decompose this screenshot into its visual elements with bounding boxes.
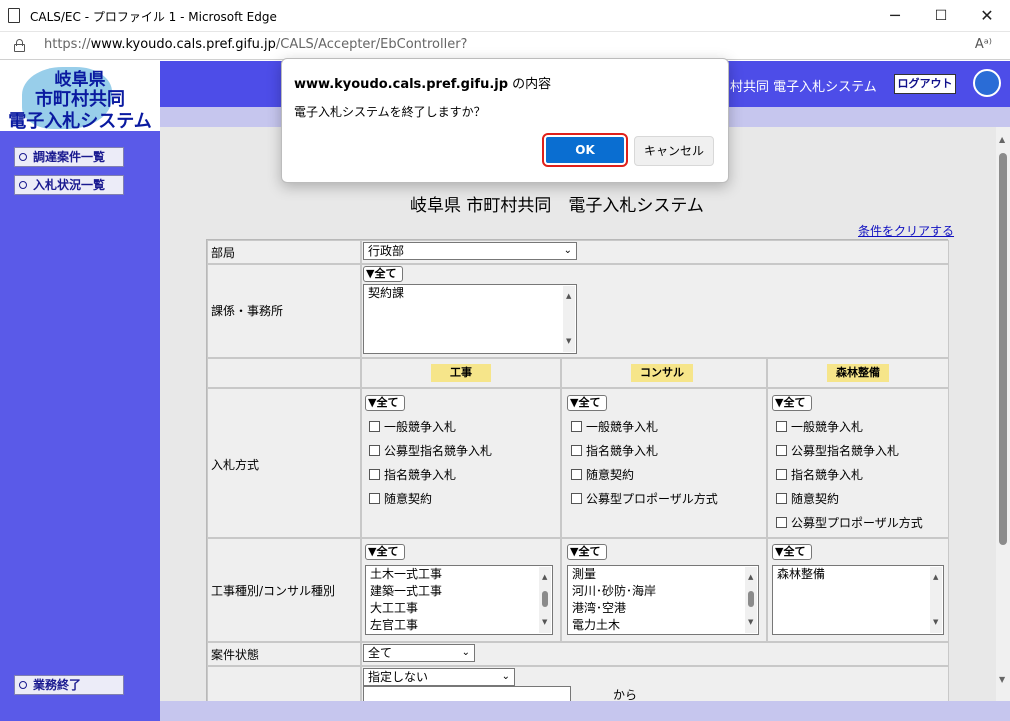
list-item[interactable]: 港湾･空港 [572,600,758,617]
scrollbar[interactable]: ▲ ▼ [563,286,575,352]
bullet-icon [19,181,27,189]
confirm-dialog: www.kyoudo.cals.pref.gifu.jp の内容 電子入札システ… [281,58,729,183]
column-header-construction: 工事 [431,364,491,382]
address-bar[interactable]: https://www.kyoudo.cals.pref.gifu.jp/CAL… [0,32,1010,60]
checkbox-consultant-private[interactable]: 随意契約 [571,466,634,483]
main-content: 岐阜県 市町村共同 電子入札システム 条件をクリアする 部局 行政部 ⌄ 課係・事… [160,127,996,701]
consultant-type-all-button[interactable]: ▼全て [567,544,607,560]
consultant-type-listbox[interactable]: 測量 河川･砂防･海岸 港湾･空港 電力土木 ▲ ▼ [567,565,759,635]
scrollbar[interactable]: ▲ ▼ [930,567,942,633]
footer-bar [160,701,1010,721]
list-item[interactable]: 左官工事 [370,617,552,634]
scrollbar[interactable]: ▲ ▼ [745,567,757,633]
list-item[interactable]: 契約課 [368,285,576,302]
read-aloud-icon[interactable]: Aᵃ⁾ [975,37,992,52]
checkbox-forestry-designated[interactable]: 指名競争入札 [776,466,863,483]
cancel-button[interactable]: キャンセル [634,136,714,166]
browser-logo-icon [973,69,1001,97]
forestry-type-listbox[interactable]: 森林整備 ▲ ▼ [772,565,944,635]
date-label-cell [207,666,361,701]
scroll-down-icon: ▼ [999,675,1006,684]
checkbox-consultant-proposal[interactable]: 公募型プロポーザル方式 [571,490,718,507]
minimize-icon[interactable]: ─ [872,0,918,32]
construction-type-listbox[interactable]: 土木一式工事 建築一式工事 大工工事 左官工事 ▲ ▼ [365,565,553,635]
consultant-method-all-button[interactable]: ▼全て [567,395,607,411]
section-all-button[interactable]: ▼全て [363,266,403,282]
checkbox-construction-general[interactable]: 一般競争入札 [369,418,456,435]
system-name: 村共同 電子入札システム [730,80,877,95]
forestry-method-all-button[interactable]: ▼全て [772,395,812,411]
list-item[interactable]: 建築一式工事 [370,583,552,600]
construction-type-all-button[interactable]: ▼全て [365,544,405,560]
checkbox-forestry-public-designated[interactable]: 公募型指名競争入札 [776,442,899,459]
case-status-label: 案件状態 [211,648,260,662]
list-item[interactable]: 大工工事 [370,600,552,617]
checkbox-construction-public-designated[interactable]: 公募型指名競争入札 [369,442,492,459]
url-text[interactable]: https://www.kyoudo.cals.pref.gifu.jp/CAL… [44,37,467,52]
page-title: 岐阜県 市町村共同 電子入札システム [410,196,704,216]
corner-cell [207,358,361,388]
bureau-select[interactable]: 行政部 ⌄ [363,242,577,260]
search-form: 部局 行政部 ⌄ 課係・事務所 ▼全て 契約課 ▲ ▼ 工事 コンサル 森林整備 入… [206,239,949,701]
scroll-up-icon: ▲ [999,135,1006,144]
clear-conditions-link[interactable]: 条件をクリアする [858,222,954,239]
sidebar-item-procurement-list[interactable]: 調達案件一覧 [14,147,124,167]
logout-button[interactable]: ログアウト [894,74,956,94]
lock-icon[interactable] [14,39,25,52]
window-titlebar: CALS/EC - プロファイル 1 - Microsoft Edge ─ ☐ … [0,0,1010,32]
ok-button[interactable]: OK [542,133,628,167]
list-item[interactable]: 測量 [572,566,758,583]
section-label: 課係・事務所 [211,304,284,318]
bid-method-label: 入札方式 [211,458,260,472]
bullet-icon [19,681,27,689]
dialog-message: 電子入札システムを終了しますか？ [294,105,486,119]
list-item[interactable]: 森林整備 [777,566,943,583]
maximize-icon[interactable]: ☐ [918,0,964,32]
checkbox-consultant-designated[interactable]: 指名競争入札 [571,442,658,459]
sidebar: 岐阜県 市町村共同 電子入札システム 調達案件一覧 入札状況一覧 業務終了 [0,61,160,721]
column-header-consultant: コンサル [631,364,693,382]
checkbox-forestry-private[interactable]: 随意契約 [776,490,839,507]
chevron-down-icon: ⌄ [563,245,572,256]
bureau-label: 部局 [211,246,236,260]
sidebar-item-bid-status-list[interactable]: 入札状況一覧 [14,175,124,195]
page-scrollbar[interactable]: ▲ ▼ [996,127,1010,701]
document-icon [8,8,20,23]
date-input[interactable] [363,686,571,701]
work-type-label: 工事種別/コンサル種別 [211,584,336,598]
checkbox-construction-designated[interactable]: 指名競争入札 [369,466,456,483]
chevron-down-icon: ⌄ [501,671,510,682]
column-header-forestry: 森林整備 [827,364,889,382]
list-item[interactable]: 電力土木 [572,617,758,634]
section-listbox[interactable]: 契約課 ▲ ▼ [363,284,577,354]
checkbox-consultant-general[interactable]: 一般競争入札 [571,418,658,435]
construction-method-all-button[interactable]: ▼全て [365,395,405,411]
logo: 岐阜県 市町村共同 電子入札システム [0,61,160,132]
forestry-type-all-button[interactable]: ▼全て [772,544,812,560]
list-item[interactable]: 土木一式工事 [370,566,552,583]
to-label: から [613,688,638,701]
case-status-select[interactable]: 全て ⌄ [363,644,475,662]
chevron-down-icon: ⌄ [461,647,470,658]
window-title: CALS/EC - プロファイル 1 - Microsoft Edge [30,10,277,24]
date-type-select[interactable]: 指定しない ⌄ [363,668,515,686]
checkbox-forestry-proposal[interactable]: 公募型プロポーザル方式 [776,514,923,531]
checkbox-construction-private[interactable]: 随意契約 [369,490,432,507]
end-work-button[interactable]: 業務終了 [14,675,124,695]
dialog-title: www.kyoudo.cals.pref.gifu.jp の内容 [294,77,552,92]
scrollbar[interactable]: ▲ ▼ [539,567,551,633]
bullet-icon [19,153,27,161]
close-icon[interactable]: ✕ [964,0,1010,32]
list-item[interactable]: 河川･砂防･海岸 [572,583,758,600]
scroll-thumb[interactable] [999,153,1007,545]
logo-line-3: 電子入札システム [8,111,152,132]
checkbox-forestry-general[interactable]: 一般競争入札 [776,418,863,435]
